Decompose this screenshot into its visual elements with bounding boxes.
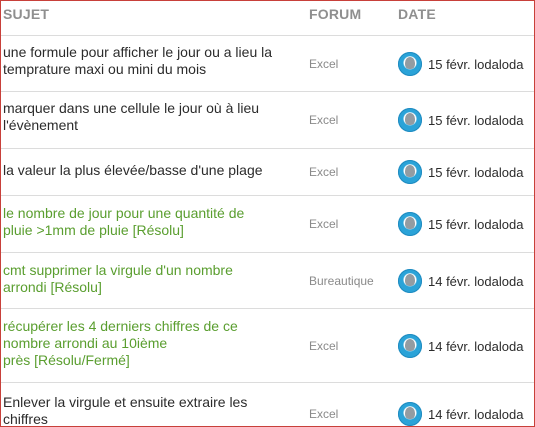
table-row[interactable]: cmt supprimer la virgule d'un nombre arro… <box>1 253 534 309</box>
topic-author-link[interactable]: lodaloda <box>474 165 523 180</box>
topic-date-cell: 15 févr. lodaloda <box>398 52 523 76</box>
user-avatar-icon[interactable] <box>398 212 422 236</box>
topic-title-line: chiffres <box>3 411 48 427</box>
topic-title-link[interactable]: récupérer les 4 derniers chiffres de ce n… <box>3 318 295 369</box>
topic-author-link[interactable]: lodaloda <box>474 113 523 128</box>
header-date: DATE <box>398 6 436 22</box>
topic-date-author: 14 févr. lodaloda <box>428 407 523 422</box>
table-row[interactable]: le nombre de jour pour une quantité de pl… <box>1 196 534 253</box>
topic-title-line: l'évènement <box>3 117 79 133</box>
topic-author-link[interactable]: lodaloda <box>474 217 523 232</box>
topic-title-line: le nombre de jour pour une quantité de <box>3 205 245 221</box>
topic-title-link[interactable]: la valeur la plus élevée/basse d'une pla… <box>3 162 295 179</box>
topic-author-link[interactable]: lodaloda <box>474 57 523 72</box>
topic-title-line: Enlever la virgule et ensuite extraire l… <box>3 394 248 410</box>
topic-forum-link[interactable]: Excel <box>309 217 338 231</box>
table-row[interactable]: Enlever la virgule et ensuite extraire l… <box>1 383 534 427</box>
topic-date-cell: 14 févr. lodaloda <box>398 334 523 358</box>
topic-forum-link[interactable]: Excel <box>309 57 338 71</box>
table-row[interactable]: marquer dans une cellule le jour où à li… <box>1 92 534 149</box>
user-avatar-icon[interactable] <box>398 269 422 293</box>
topic-date: 15 févr. <box>428 112 471 128</box>
topic-forum-link[interactable]: Excel <box>309 407 338 421</box>
user-avatar-icon[interactable] <box>398 160 422 184</box>
topics-list: une formule pour afficher le jour ou a l… <box>1 36 534 427</box>
topic-date: 14 févr. <box>428 406 471 422</box>
topic-title-link[interactable]: le nombre de jour pour une quantité de pl… <box>3 205 295 239</box>
topic-title-line: marquer dans une cellule le jour où à li… <box>3 100 260 116</box>
topic-forum-link[interactable]: Excel <box>309 113 338 127</box>
topic-title-line: cmt supprimer la virgule d'un nombre <box>3 262 233 278</box>
topic-forum-link[interactable]: Excel <box>309 165 338 179</box>
user-avatar-icon[interactable] <box>398 402 422 426</box>
topic-date-cell: 15 févr. lodaloda <box>398 108 523 132</box>
topic-date-author: 15 févr. lodaloda <box>428 113 523 128</box>
topic-author-link[interactable]: lodaloda <box>474 274 523 289</box>
topic-date-author: 15 févr. lodaloda <box>428 217 523 232</box>
table-row[interactable]: récupérer les 4 derniers chiffres de ce n… <box>1 309 534 383</box>
user-avatar-icon[interactable] <box>398 108 422 132</box>
topic-date: 15 févr. <box>428 216 471 232</box>
user-avatar-icon[interactable] <box>398 334 422 358</box>
topic-forum-link[interactable]: Excel <box>309 339 338 353</box>
topic-date-author: 15 févr. lodaloda <box>428 57 523 72</box>
topic-title-line: près [Résolu/Fermé] <box>3 352 130 368</box>
header-forum: FORUM <box>309 6 362 22</box>
topic-date: 15 févr. <box>428 164 471 180</box>
topics-table: SUJET FORUM DATE une formule pour affich… <box>0 0 535 427</box>
topic-date: 15 févr. <box>428 56 471 72</box>
topic-date: 14 févr. <box>428 338 471 354</box>
topic-title-line: nombre arrondi au 10ième <box>3 335 168 351</box>
header-subject: SUJET <box>3 6 50 22</box>
topic-date-author: 14 févr. lodaloda <box>428 274 523 289</box>
topic-title-line: une formule pour afficher le jour ou a l… <box>3 44 273 60</box>
topic-title-line: pluie >1mm de pluie [Résolu] <box>3 222 184 238</box>
user-avatar-icon[interactable] <box>398 52 422 76</box>
topic-forum-link[interactable]: Bureautique <box>309 274 374 288</box>
topic-date-cell: 14 févr. lodaloda <box>398 402 523 426</box>
topic-date-cell: 14 févr. lodaloda <box>398 269 523 293</box>
topic-date-author: 14 févr. lodaloda <box>428 339 523 354</box>
table-header: SUJET FORUM DATE <box>1 1 534 36</box>
table-row[interactable]: une formule pour afficher le jour ou a l… <box>1 36 534 92</box>
topic-author-link[interactable]: lodaloda <box>474 339 523 354</box>
topic-date-cell: 15 févr. lodaloda <box>398 212 523 236</box>
topic-title-link[interactable]: Enlever la virgule et ensuite extraire l… <box>3 394 295 427</box>
topic-date-author: 15 févr. lodaloda <box>428 165 523 180</box>
topic-date-cell: 15 févr. lodaloda <box>398 160 523 184</box>
topic-title-line: temprature maxi ou mini du mois <box>3 61 207 77</box>
topic-title-line: récupérer les 4 derniers chiffres de ce <box>3 318 238 334</box>
topic-title-line: arrondi [Résolu] <box>3 279 102 295</box>
topic-author-link[interactable]: lodaloda <box>474 407 523 422</box>
topic-title-link[interactable]: cmt supprimer la virgule d'un nombre arro… <box>3 262 295 296</box>
topic-title-line: la valeur la plus élevée/basse d'une pla… <box>3 162 263 178</box>
topic-title-link[interactable]: marquer dans une cellule le jour où à li… <box>3 100 295 134</box>
topic-title-link[interactable]: une formule pour afficher le jour ou a l… <box>3 44 295 78</box>
table-row[interactable]: la valeur la plus élevée/basse d'une pla… <box>1 149 534 196</box>
topic-date: 14 févr. <box>428 273 471 289</box>
